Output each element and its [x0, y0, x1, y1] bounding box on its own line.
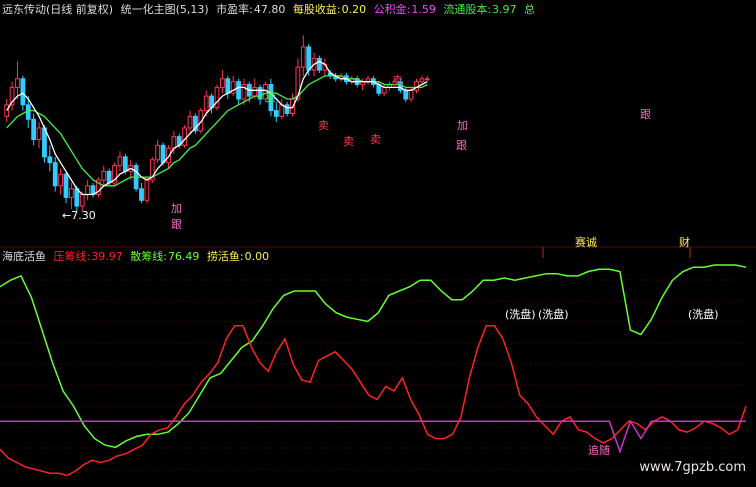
candle-up [424, 78, 430, 81]
scatter-label: 散筹线: [130, 250, 167, 263]
candle-up [214, 86, 220, 109]
indicator-label: 财 [679, 235, 690, 249]
candle-down [160, 144, 166, 164]
stock-title: 远东传动(日线 前复权) [2, 3, 114, 16]
candle-down [225, 78, 231, 94]
float-label: 流通股本: [443, 3, 492, 16]
indicator-label: (洗盘) [538, 307, 569, 321]
candle-down [31, 118, 37, 141]
candle-down [403, 89, 409, 100]
candle-down [52, 162, 58, 187]
ma-short-line [6, 60, 428, 196]
candle-up [36, 127, 42, 141]
indicator-label: 赛诚 [575, 235, 597, 249]
candle-down [139, 188, 144, 201]
fish-label: 捞活鱼: [206, 250, 244, 263]
candle-up [15, 78, 20, 88]
candle-down [236, 81, 241, 100]
candle-down [47, 156, 53, 164]
signal-label: 卖 [392, 74, 403, 87]
fish-value: 0.00 [244, 250, 270, 263]
indicator-label: 追随 [588, 443, 610, 457]
candle-up [241, 84, 247, 100]
candle-down [74, 188, 80, 207]
candle-up [155, 144, 161, 161]
candle-up [300, 46, 306, 68]
pressure-value: 39.97 [91, 250, 123, 263]
candle-up [171, 136, 177, 149]
candle-up [203, 95, 209, 112]
float-value: 3.97 [492, 3, 517, 16]
price-panel: 卖卖卖 卖卖加跟加跟跟←7.30 [4, 35, 651, 231]
signal-label: 跟 [171, 218, 182, 231]
eps-label: 每股收益: [292, 3, 341, 16]
candle-up [85, 185, 90, 195]
candle-up [182, 127, 188, 146]
candle-down [122, 156, 128, 172]
candle-down [106, 170, 112, 184]
price-header: 远东传动(日线 前复权) 统一化主图(5,13) 市盈率:47.80 每股收益:… [2, 3, 539, 16]
signal-label: 跟 [456, 139, 467, 152]
eps-value: 0.20 [341, 3, 367, 16]
series-scatter-line [0, 264, 747, 449]
signal-label: 卖 [343, 135, 354, 148]
signal-label: 卖 [370, 133, 381, 146]
watermark: www.7gpzb.com [639, 460, 746, 475]
indicator-header: 海底活鱼 压筹线:39.97 散筹线:76.49 捞活鱼:0.00 [2, 250, 273, 263]
candle-down [317, 58, 322, 71]
candle-up [101, 170, 107, 181]
candle-up [69, 188, 74, 198]
candle-up [144, 179, 150, 201]
signal-label: ←7.30 [62, 209, 96, 222]
signal-label: 卖 [318, 119, 329, 132]
pressure-label: 压筹线: [53, 250, 91, 263]
signal-label: 加 [457, 119, 468, 132]
candle-up [419, 78, 425, 83]
signal-label: 加 [171, 202, 182, 215]
series-pressure-line [0, 325, 747, 477]
candle-down [273, 110, 279, 117]
signal-label: 卖 [265, 91, 276, 104]
reserve-label: 公积金: [373, 3, 411, 16]
candle-up [58, 173, 64, 187]
candle-up [279, 104, 285, 117]
indicator-panel: (洗盘) (洗盘) (洗盘)赛诚 财追随 [0, 235, 747, 477]
chart-canvas: 卖卖卖 卖卖加跟加跟跟←7.30 (洗盘) (洗盘) (洗盘)赛诚 财追随 [0, 35, 756, 477]
candle-up [187, 115, 193, 129]
candle-down [20, 78, 26, 106]
candle-up [252, 86, 258, 97]
candle-up [220, 78, 225, 88]
pe-value: 47.80 [253, 3, 286, 16]
candle-down [63, 173, 69, 198]
indicator-label: (洗盘) [688, 307, 719, 321]
candle-up [381, 86, 387, 94]
candle-down [257, 86, 263, 100]
candle-down [306, 46, 312, 71]
indicator-label: (洗盘) [505, 307, 536, 321]
total-label: 总 [524, 3, 536, 16]
pe-label: 市盈率: [216, 3, 253, 16]
candle-up [79, 193, 85, 207]
reserve-value: 1.59 [411, 3, 436, 16]
scatter-value: 76.49 [167, 250, 200, 263]
candle-up [117, 156, 123, 167]
candle-down [284, 104, 290, 114]
indicator-name: 统一化主图(5,13) [120, 3, 209, 16]
candle-up [408, 89, 414, 100]
indicator-title: 海底活鱼 [2, 250, 46, 263]
signal-label: 跟 [640, 108, 651, 121]
